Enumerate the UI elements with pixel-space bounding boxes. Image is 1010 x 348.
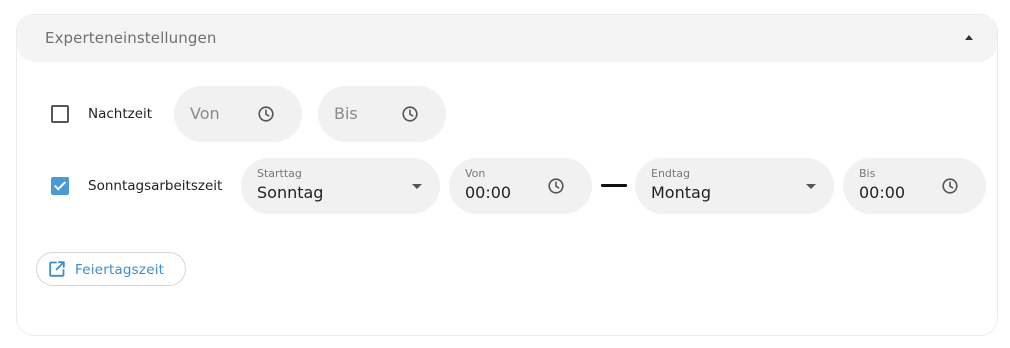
holiday-time-button[interactable]: Feiertagszeit — [36, 252, 186, 286]
end-day-select[interactable]: Endtag Montag — [635, 158, 834, 214]
clock-icon[interactable] — [941, 177, 959, 195]
night-to-placeholder: Bis — [334, 104, 358, 123]
sunday-from-time-field[interactable]: Von 00:00 — [449, 158, 592, 214]
start-day-value: Sonntag — [257, 183, 324, 202]
external-link-icon — [49, 261, 65, 277]
end-day-value: Montag — [651, 183, 711, 202]
panel-title: Experteneinstellungen — [45, 29, 217, 47]
sunday-work-label: Sonntagsarbeitszeit — [88, 178, 223, 194]
end-day-label: Endtag — [651, 167, 690, 180]
night-from-placeholder: Von — [190, 104, 220, 123]
sunday-from-value: 00:00 — [465, 183, 512, 202]
collapse-arrow-icon[interactable] — [965, 35, 973, 40]
night-time-label: Nachtzeit — [88, 106, 153, 122]
holiday-time-label: Feiertagszeit — [75, 262, 165, 278]
dropdown-arrow-icon — [806, 184, 816, 189]
expert-settings-header[interactable]: Experteneinstellungen — [17, 15, 997, 62]
sunday-to-value: 00:00 — [859, 183, 906, 202]
start-day-label: Starttag — [257, 167, 302, 180]
checkmark-icon — [53, 178, 67, 191]
sunday-work-checkbox[interactable] — [51, 177, 69, 195]
sunday-to-time-field[interactable]: Bis 00:00 — [843, 158, 986, 214]
night-time-checkbox[interactable] — [51, 105, 69, 123]
sunday-from-label: Von — [465, 167, 486, 180]
clock-icon[interactable] — [547, 177, 565, 195]
night-from-time-field[interactable]: Von — [174, 86, 302, 142]
clock-icon[interactable] — [401, 105, 419, 123]
sunday-to-label: Bis — [859, 167, 876, 180]
clock-icon[interactable] — [257, 105, 275, 123]
dropdown-arrow-icon — [412, 184, 422, 189]
start-day-select[interactable]: Starttag Sonntag — [241, 158, 440, 214]
range-separator — [601, 184, 627, 187]
night-to-time-field[interactable]: Bis — [318, 86, 446, 142]
